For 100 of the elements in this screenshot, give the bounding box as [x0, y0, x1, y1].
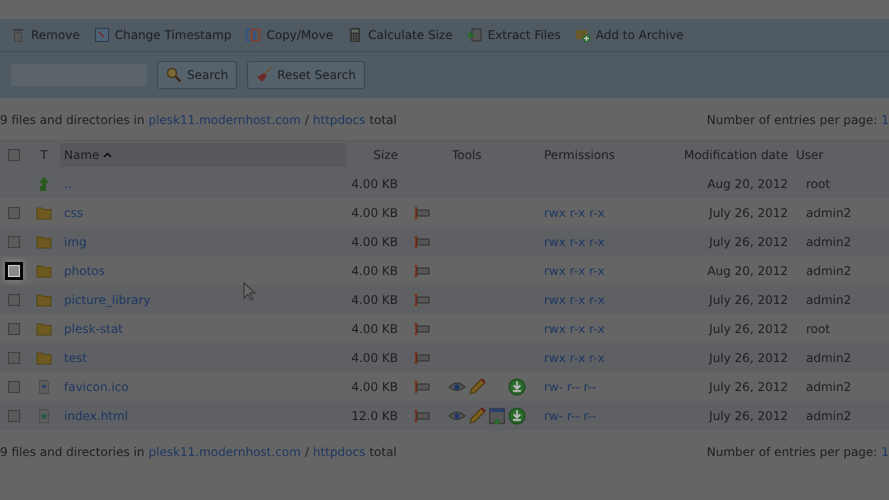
attribute-icon[interactable] [414, 206, 430, 218]
path-separator: / [304, 445, 309, 459]
date-cell-text: Aug 20, 2012 [706, 176, 789, 190]
sort-caret-icon [103, 152, 112, 158]
domain-link[interactable]: plesk11.modernhost.com [148, 113, 301, 127]
toolbar-button[interactable]: Add to Archive [574, 27, 684, 43]
attribute-icon[interactable] [414, 322, 430, 334]
size-cell-text: 4.00 KB [350, 350, 399, 364]
total-label: total [369, 113, 397, 127]
file-icon [36, 378, 52, 394]
folder-icon [36, 292, 52, 308]
row-checkbox[interactable] [8, 294, 20, 306]
toolbar-button[interactable]: Change Timestamp [94, 27, 232, 43]
permissions-link[interactable]: rwx r-x r-x [544, 322, 605, 336]
file-count-text: 9 files and directories in [0, 445, 144, 459]
file-name-link[interactable]: css [64, 206, 84, 220]
file-name-link[interactable]: picture_library [64, 292, 151, 306]
column-header[interactable]: T [28, 143, 60, 167]
column-header[interactable]: User [792, 143, 889, 167]
total-label: total [369, 445, 397, 459]
column-header[interactable]: Modification date [680, 143, 792, 167]
user-cell-text: root [805, 176, 832, 190]
permissions-link[interactable]: rwx r-x r-x [544, 292, 605, 306]
permissions-link[interactable]: rwx r-x r-x [544, 264, 605, 278]
row-checkbox[interactable] [8, 236, 20, 248]
column-header[interactable]: Size [346, 143, 402, 167]
size-cell-text: 4.00 KB [350, 380, 399, 394]
up-arrow-icon [36, 176, 52, 192]
date-cell-text: July 26, 2012 [708, 408, 789, 422]
entries-per-page-link[interactable]: 1 [881, 113, 889, 127]
file-name-link[interactable]: test [64, 350, 88, 364]
size-cell-text: 4.00 KB [350, 292, 399, 306]
user-cell-text: admin2 [805, 408, 852, 422]
size-cell-text: 12.0 KB [350, 408, 399, 422]
pencil-icon[interactable] [468, 406, 486, 424]
attribute-icon[interactable] [414, 294, 430, 306]
toolbar-button[interactable]: Remove [10, 27, 80, 43]
attribute-icon[interactable] [414, 410, 430, 422]
user-cell-text: admin2 [805, 292, 852, 306]
search-icon [166, 67, 182, 83]
download-icon[interactable] [508, 406, 526, 424]
entries-per-page-label: Number of entries per page: [706, 445, 878, 459]
attribute-icon[interactable] [414, 264, 430, 276]
select-all-checkbox[interactable] [8, 149, 20, 161]
user-cell-text: admin2 [805, 264, 852, 278]
permissions-link[interactable]: rwx r-x r-x [544, 350, 605, 364]
size-cell-text: 4.00 KB [350, 176, 399, 190]
file-name-link[interactable]: img [64, 234, 87, 248]
trash-icon [10, 27, 26, 43]
column-header[interactable]: Name [60, 143, 346, 167]
user-cell-text: admin2 [805, 380, 852, 394]
permissions-link[interactable]: rwx r-x r-x [544, 206, 605, 220]
toolbar-button[interactable]: Calculate Size [347, 27, 453, 43]
row-checkbox[interactable] [8, 206, 20, 218]
folder-link[interactable]: httpdocs [312, 445, 366, 459]
date-cell-text: July 26, 2012 [708, 206, 789, 220]
timestamp-icon [94, 27, 110, 43]
folder-icon [36, 320, 52, 336]
file-name-link[interactable]: photos [64, 264, 105, 278]
date-cell-text: July 26, 2012 [708, 350, 789, 364]
column-header[interactable]: Tools [448, 143, 540, 167]
folder-icon [36, 204, 52, 220]
entries-per-page-link[interactable]: 1 [881, 445, 889, 459]
reset-search-button[interactable]: Reset Search [247, 61, 365, 89]
size-cell-text: 4.00 KB [350, 234, 399, 248]
date-cell-text: July 26, 2012 [708, 380, 789, 394]
broom-icon [256, 67, 272, 83]
file-name-link[interactable]: plesk-stat [64, 322, 123, 336]
attribute-icon[interactable] [414, 236, 430, 248]
archive-icon [574, 27, 591, 43]
search-button[interactable]: Search [157, 61, 238, 89]
toolbar-button[interactable]: Copy/Move [245, 27, 334, 43]
file-name-link[interactable]: index.html [64, 408, 128, 422]
file-count-text: 9 files and directories in [0, 113, 144, 127]
path-separator: / [304, 113, 309, 127]
attribute-icon[interactable] [414, 380, 430, 392]
date-cell-text: July 26, 2012 [708, 234, 789, 248]
user-cell-text: root [805, 322, 832, 336]
permissions-link[interactable]: rw- r-- r-- [544, 408, 596, 422]
toolbar-button[interactable]: Extract Files [466, 27, 561, 43]
folder-icon [36, 234, 52, 250]
entries-per-page-label: Number of entries per page: [706, 113, 878, 127]
permissions-link[interactable]: rwx r-x r-x [544, 234, 605, 248]
size-cell-text: 4.00 KB [350, 322, 399, 336]
row-checkbox[interactable] [8, 352, 20, 364]
row-checkbox[interactable] [8, 380, 20, 392]
file-name-link[interactable]: .. [64, 176, 72, 190]
web-file-icon [36, 408, 52, 424]
column-header[interactable]: Permissions [540, 143, 680, 167]
attribute-icon[interactable] [414, 352, 430, 364]
file-name-link[interactable]: favicon.ico [64, 380, 129, 394]
row-checkbox[interactable] [8, 410, 20, 422]
row-checkbox[interactable] [8, 322, 20, 334]
permissions-link[interactable]: rw- r-- r-- [544, 380, 596, 394]
folder-link[interactable]: httpdocs [312, 113, 366, 127]
domain-link[interactable]: plesk11.modernhost.com [148, 445, 301, 459]
download-icon[interactable] [508, 378, 526, 396]
folder-icon [36, 262, 52, 278]
user-cell-text: admin2 [805, 206, 852, 220]
pencil-icon[interactable] [468, 378, 486, 396]
